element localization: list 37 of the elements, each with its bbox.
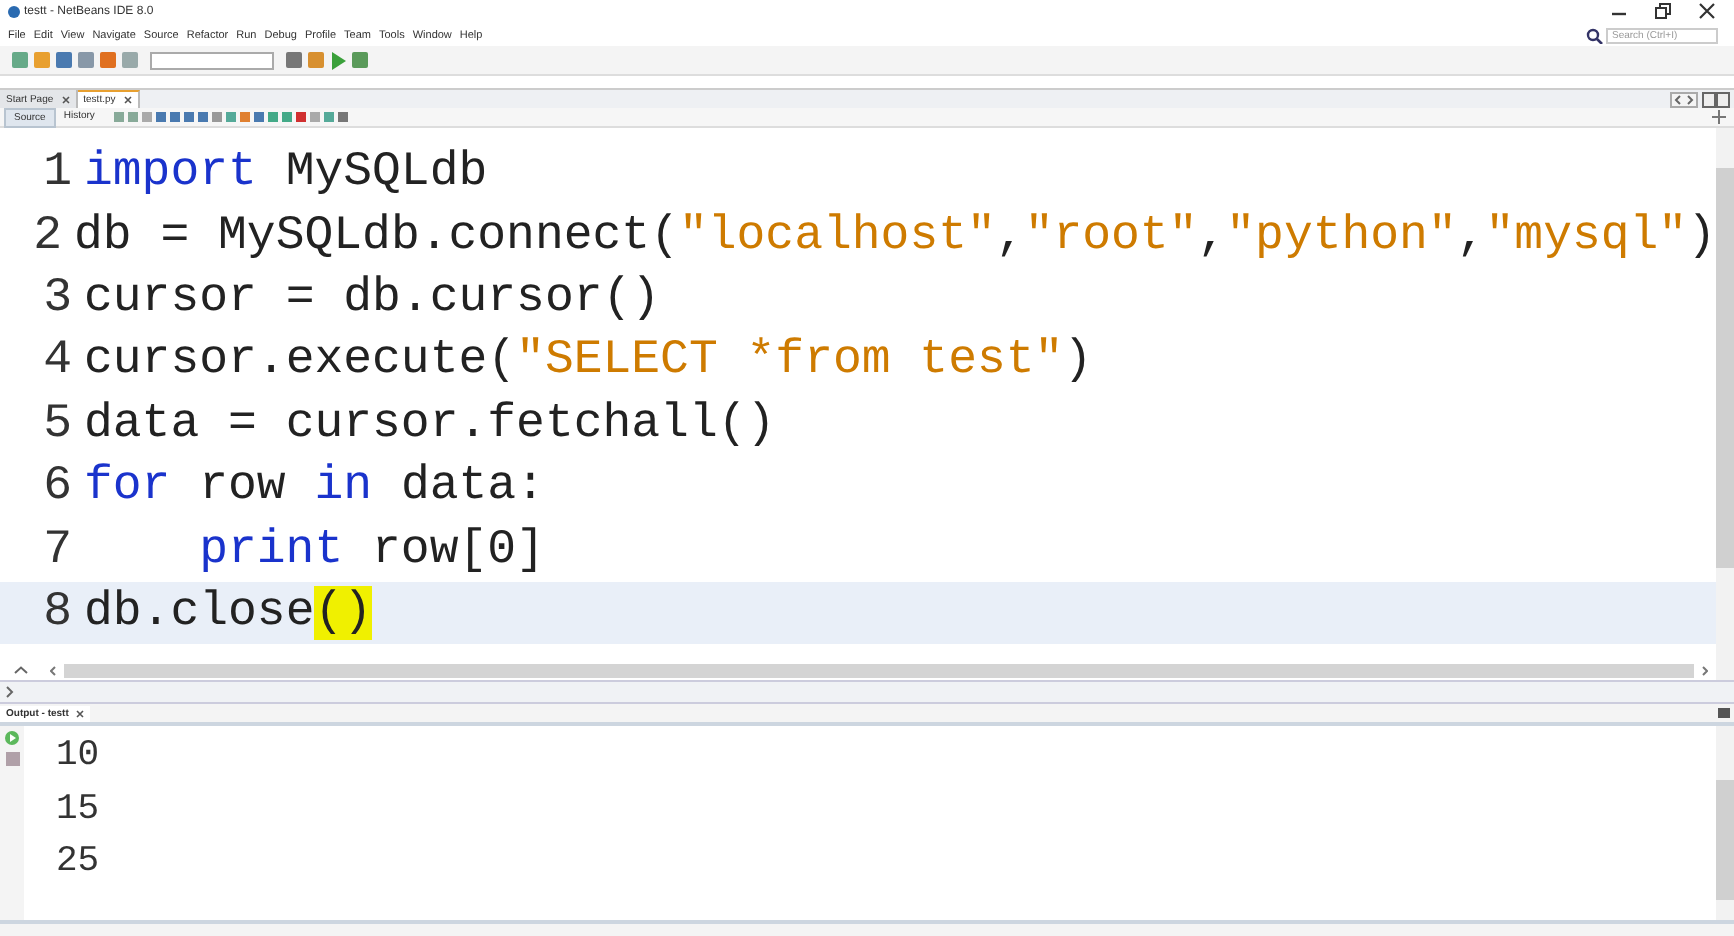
- line-number: 1: [41, 146, 74, 201]
- close-icon[interactable]: [123, 96, 132, 104]
- output-line: 15: [56, 787, 102, 833]
- scroll-right-icon[interactable]: [1702, 665, 1708, 675]
- close-icon[interactable]: [61, 95, 70, 103]
- code-line: db.close(): [84, 585, 373, 640]
- run-icon[interactable]: [4, 730, 20, 746]
- run-icon[interactable]: [330, 51, 346, 69]
- output-line: 10: [56, 734, 102, 780]
- line-number: 3: [41, 271, 74, 326]
- expand-icon[interactable]: [6, 686, 14, 698]
- app-icon: [8, 6, 20, 18]
- code-line: data = cursor.fetchall(): [84, 397, 776, 452]
- line-number: 7: [41, 523, 74, 578]
- line-number: 2: [31, 209, 65, 264]
- code-line: cursor.execute("SELECT *from test"): [84, 334, 1093, 389]
- close-icon[interactable]: [76, 709, 85, 717]
- line-number: 6: [41, 460, 74, 515]
- line-number: 8: [41, 585, 74, 640]
- code-line: import MySQLdb: [84, 146, 488, 201]
- horizontal-scrollbar[interactable]: [64, 663, 1694, 677]
- vertical-scrollbar[interactable]: [1716, 726, 1734, 920]
- line-number: 4: [41, 334, 74, 389]
- code-line: db = MySQLdb.connect("localhost","root","python","mysql"): [74, 209, 1716, 264]
- code-line: print row[0]: [197, 523, 545, 578]
- vertical-scrollbar[interactable]: [1716, 128, 1734, 680]
- line-number: 5: [41, 397, 74, 452]
- code-line: cursor = db.cursor(): [84, 271, 661, 326]
- tab-navigation-icon[interactable]: [1670, 91, 1730, 107]
- configuration-dropdown[interactable]: [150, 51, 274, 69]
- search-icon: [1586, 27, 1604, 43]
- code-line: for row in data:: [84, 460, 545, 515]
- scroll-left-icon[interactable]: [50, 665, 56, 675]
- output-line: 25: [56, 840, 102, 886]
- fold-icon[interactable]: [14, 666, 28, 674]
- stop-icon[interactable]: [5, 752, 19, 766]
- split-icon[interactable]: [1712, 110, 1726, 124]
